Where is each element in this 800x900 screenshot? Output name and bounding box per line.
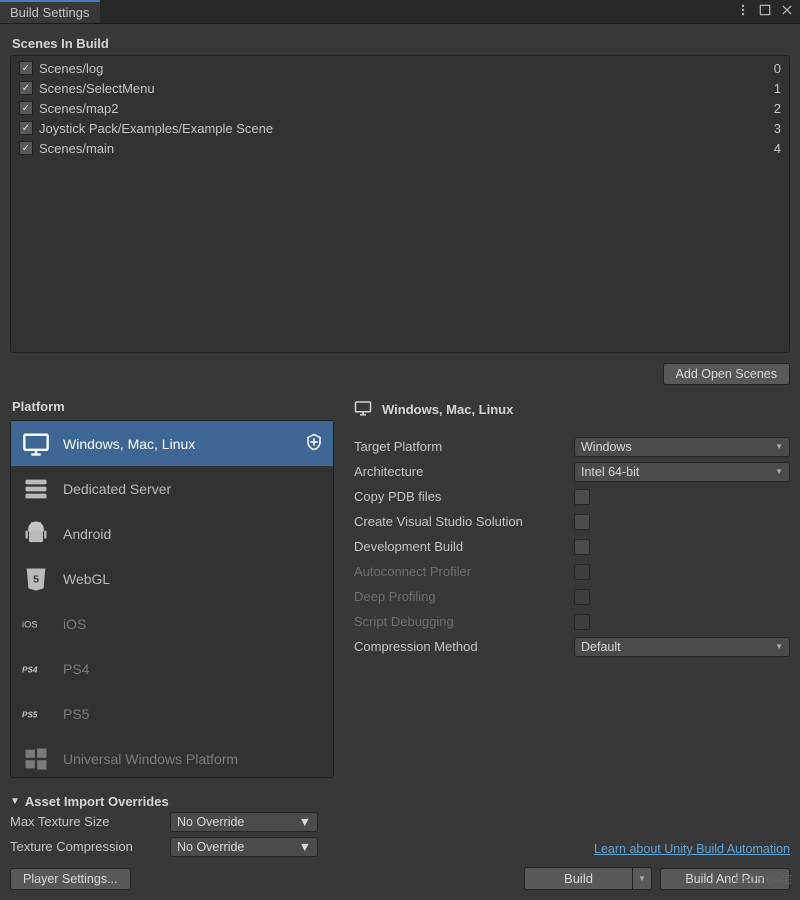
scene-checkbox[interactable]: ✓ <box>19 61 33 75</box>
ps4-icon: PS4 <box>21 654 51 684</box>
learn-automation-link[interactable]: Learn about Unity Build Automation <box>594 842 790 856</box>
deep-profiling-checkbox <box>574 589 590 605</box>
watermark: CSDN @u宅 <box>735 871 792 886</box>
platform-item-label: Android <box>63 526 323 542</box>
svg-text:iOS: iOS <box>22 619 38 629</box>
add-open-scenes-button[interactable]: Add Open Scenes <box>663 363 790 385</box>
platform-item[interactable]: Universal Windows Platform <box>11 736 333 778</box>
chevron-down-icon: ▼ <box>775 642 783 651</box>
platform-item-label: PS5 <box>63 706 323 722</box>
kebab-menu-icon[interactable] <box>736 3 750 20</box>
close-icon[interactable] <box>780 3 794 20</box>
chevron-down-icon: ▼ <box>775 442 783 451</box>
chevron-down-icon: ▼ <box>299 815 311 829</box>
deep-profiling-label: Deep Profiling <box>354 589 574 604</box>
scene-path: Joystick Pack/Examples/Example Scene <box>39 121 273 136</box>
copy-pdb-checkbox[interactable] <box>574 489 590 505</box>
platform-item[interactable]: PS4 PS4 <box>11 646 333 691</box>
build-button[interactable]: Build <box>524 867 632 890</box>
texture-compression-label: Texture Compression <box>10 839 170 854</box>
chevron-down-icon: ▼ <box>299 840 311 854</box>
svg-text:PS5: PS5 <box>22 710 38 719</box>
script-debugging-checkbox <box>574 614 590 630</box>
uwp-icon <box>21 744 51 774</box>
platform-list[interactable]: Windows, Mac, Linux Dedicated Server And… <box>10 420 334 778</box>
scene-index: 1 <box>774 81 781 96</box>
platform-item[interactable]: Dedicated Server <box>11 466 333 511</box>
texture-compression-select[interactable]: No Override▼ <box>170 837 318 857</box>
platform-item[interactable]: Android <box>11 511 333 556</box>
platform-item-label: Windows, Mac, Linux <box>63 436 293 452</box>
copy-pdb-label: Copy PDB files <box>354 489 574 504</box>
script-debugging-label: Script Debugging <box>354 614 574 629</box>
ios-icon: iOS <box>21 609 51 639</box>
ps5-icon: PS5 <box>21 699 51 729</box>
scene-index: 2 <box>774 101 781 116</box>
platform-item[interactable]: PS5 PS5 <box>11 691 333 736</box>
architecture-select[interactable]: Intel 64-bit▼ <box>574 462 790 482</box>
platform-item[interactable]: Windows, Mac, Linux <box>11 421 333 466</box>
monitor-icon <box>354 399 372 420</box>
platform-title: Platform <box>12 399 334 414</box>
max-texture-size-label: Max Texture Size <box>10 814 170 829</box>
architecture-label: Architecture <box>354 464 574 479</box>
scene-row[interactable]: ✓ Scenes/SelectMenu 1 <box>11 78 789 98</box>
scenes-in-build-title: Scenes In Build <box>12 36 790 51</box>
monitor-icon <box>21 429 51 459</box>
create-vs-label: Create Visual Studio Solution <box>354 514 574 529</box>
unity-badge-icon <box>305 433 323 454</box>
autoconnect-profiler-label: Autoconnect Profiler <box>354 564 574 579</box>
dev-build-checkbox[interactable] <box>574 539 590 555</box>
scene-row[interactable]: ✓ Scenes/main 4 <box>11 138 789 158</box>
target-platform-select[interactable]: Windows▼ <box>574 437 790 457</box>
window-titlebar: Build Settings <box>0 0 800 24</box>
scene-row[interactable]: ✓ Scenes/log 0 <box>11 58 789 78</box>
build-dropdown-icon[interactable]: ▼ <box>632 867 652 890</box>
compression-method-label: Compression Method <box>354 639 574 654</box>
scene-checkbox[interactable]: ✓ <box>19 101 33 115</box>
scene-index: 4 <box>774 141 781 156</box>
asset-import-overrides-title[interactable]: ▼ Asset Import Overrides <box>10 794 334 809</box>
html5-icon: 5 <box>21 564 51 594</box>
server-icon <box>21 474 51 504</box>
autoconnect-profiler-checkbox <box>574 564 590 580</box>
max-texture-size-select[interactable]: No Override▼ <box>170 812 318 832</box>
scene-checkbox[interactable]: ✓ <box>19 141 33 155</box>
scene-path: Scenes/SelectMenu <box>39 81 155 96</box>
window-title-tab[interactable]: Build Settings <box>0 0 100 23</box>
scene-path: Scenes/map2 <box>39 101 119 116</box>
scene-row[interactable]: ✓ Joystick Pack/Examples/Example Scene 3 <box>11 118 789 138</box>
dev-build-label: Development Build <box>354 539 574 554</box>
compression-method-select[interactable]: Default▼ <box>574 637 790 657</box>
scene-row[interactable]: ✓ Scenes/map2 2 <box>11 98 789 118</box>
window-controls <box>736 3 800 20</box>
platform-details-heading: Windows, Mac, Linux <box>354 399 790 420</box>
target-platform-label: Target Platform <box>354 439 574 454</box>
chevron-down-icon: ▼ <box>775 467 783 476</box>
platform-item-label: WebGL <box>63 571 323 587</box>
scene-checkbox[interactable]: ✓ <box>19 121 33 135</box>
scenes-list[interactable]: ✓ Scenes/log 0✓ Scenes/SelectMenu 1✓ Sce… <box>10 55 790 353</box>
svg-text:5: 5 <box>33 573 39 585</box>
player-settings-button[interactable]: Player Settings... <box>10 868 131 890</box>
platform-item-label: Dedicated Server <box>63 481 323 497</box>
android-icon <box>21 519 51 549</box>
platform-item[interactable]: 5 WebGL <box>11 556 333 601</box>
scene-index: 3 <box>774 121 781 136</box>
scene-checkbox[interactable]: ✓ <box>19 81 33 95</box>
scene-path: Scenes/log <box>39 61 103 76</box>
create-vs-checkbox[interactable] <box>574 514 590 530</box>
foldout-icon: ▼ <box>10 796 20 807</box>
platform-item-label: iOS <box>63 616 323 632</box>
svg-text:PS4: PS4 <box>22 665 38 674</box>
platform-item-label: Universal Windows Platform <box>63 751 323 767</box>
scene-index: 0 <box>774 61 781 76</box>
platform-item-label: PS4 <box>63 661 323 677</box>
maximize-icon[interactable] <box>758 3 772 20</box>
build-split-button[interactable]: Build ▼ <box>524 867 652 890</box>
scene-path: Scenes/main <box>39 141 114 156</box>
platform-item[interactable]: iOS iOS <box>11 601 333 646</box>
